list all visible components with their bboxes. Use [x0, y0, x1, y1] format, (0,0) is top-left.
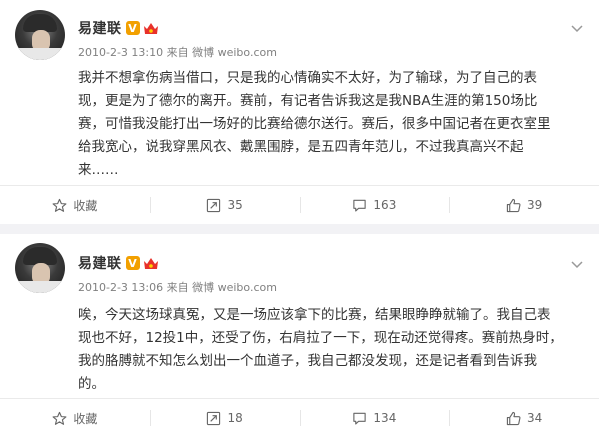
- repost-button[interactable]: 18: [149, 399, 300, 437]
- crown-icon: [143, 21, 159, 35]
- comment-icon: [353, 412, 367, 424]
- like-count: 34: [526, 411, 543, 425]
- comment-button[interactable]: 134: [299, 399, 450, 437]
- user-row: 易建联 V: [78, 253, 159, 273]
- action-bar: 收藏 18 134 34: [0, 398, 599, 437]
- repost-count: 35: [227, 198, 243, 212]
- post-line: 来……: [78, 162, 119, 178]
- post-line: 我并不想拿伤病当借口，只是我的心情确实不太好，为了输球，为了自己的表: [78, 70, 537, 86]
- post-content: 唉，今天这场球真冤，又是一场应该拿下的比赛，结果眼睁睁就输了。我自己表 现也不好…: [78, 304, 578, 396]
- username[interactable]: 易建联: [78, 253, 122, 273]
- verified-badge-icon: V: [125, 21, 140, 35]
- repost-count: 18: [227, 411, 243, 425]
- crown-icon: [143, 256, 159, 270]
- comment-icon: [353, 199, 367, 211]
- favorite-label: 收藏: [73, 411, 98, 426]
- repost-icon: [207, 198, 221, 212]
- star-icon: [52, 198, 67, 212]
- like-button[interactable]: 34: [449, 399, 599, 437]
- chevron-down-icon[interactable]: [571, 18, 583, 33]
- post-line: 我的胳膊就不知怎么划出一个血道子，我自己都没发现，还是记者看到告诉我: [78, 353, 537, 369]
- post-content: 我并不想拿伤病当借口，只是我的心情确实不太好，为了输球，为了自己的表 现，更是为…: [78, 67, 578, 182]
- weibo-post-1: 易建联 V 2010-2-3 13:10 来自 微博 weibo.com 我并不…: [0, 0, 599, 224]
- post-line: 的。: [78, 376, 105, 392]
- post-line: 给我宽心，说我穿黑风衣、戴黑围脖，是五四青年范儿，不过我真高兴不起: [78, 139, 524, 155]
- favorite-button[interactable]: 收藏: [0, 186, 150, 224]
- user-row: 易建联 V: [78, 18, 159, 38]
- chevron-down-icon[interactable]: [571, 254, 583, 269]
- verified-badge-icon: V: [125, 256, 140, 270]
- avatar[interactable]: [15, 243, 65, 293]
- post-line: 现也不好，12投1中，还受了伤，右肩拉了一下，现在动还觉得疼。赛前热身时，: [78, 330, 563, 346]
- weibo-post-2: 易建联 V 2010-2-3 13:06 来自 微博 weibo.com 唉，今…: [0, 234, 599, 437]
- repost-icon: [207, 411, 221, 425]
- favorite-label: 收藏: [73, 198, 98, 213]
- star-icon: [52, 411, 67, 425]
- post-line: 现，更是为了德尔的离开。赛前，有记者告诉我这是我NBA生涯的第150场比: [78, 93, 538, 109]
- comment-count: 163: [373, 198, 397, 212]
- like-count: 39: [526, 198, 543, 212]
- action-bar: 收藏 35 163 39: [0, 185, 599, 224]
- like-icon: [506, 411, 521, 425]
- comment-button[interactable]: 163: [299, 186, 450, 224]
- username[interactable]: 易建联: [78, 18, 122, 38]
- post-meta: 2010-2-3 13:10 来自 微博 weibo.com: [78, 46, 277, 59]
- post-line: 赛，可惜我没能打出一场好的比赛给德尔送行。赛后，很多中国记者在更衣室里: [78, 116, 551, 132]
- post-meta: 2010-2-3 13:06 来自 微博 weibo.com: [78, 281, 277, 294]
- like-icon: [506, 198, 521, 212]
- post-line: 唉，今天这场球真冤，又是一场应该拿下的比赛，结果眼睁睁就输了。我自己表: [78, 307, 551, 323]
- avatar[interactable]: [15, 10, 65, 60]
- favorite-button[interactable]: 收藏: [0, 399, 150, 437]
- like-button[interactable]: 39: [449, 186, 599, 224]
- repost-button[interactable]: 35: [149, 186, 300, 224]
- comment-count: 134: [373, 411, 397, 425]
